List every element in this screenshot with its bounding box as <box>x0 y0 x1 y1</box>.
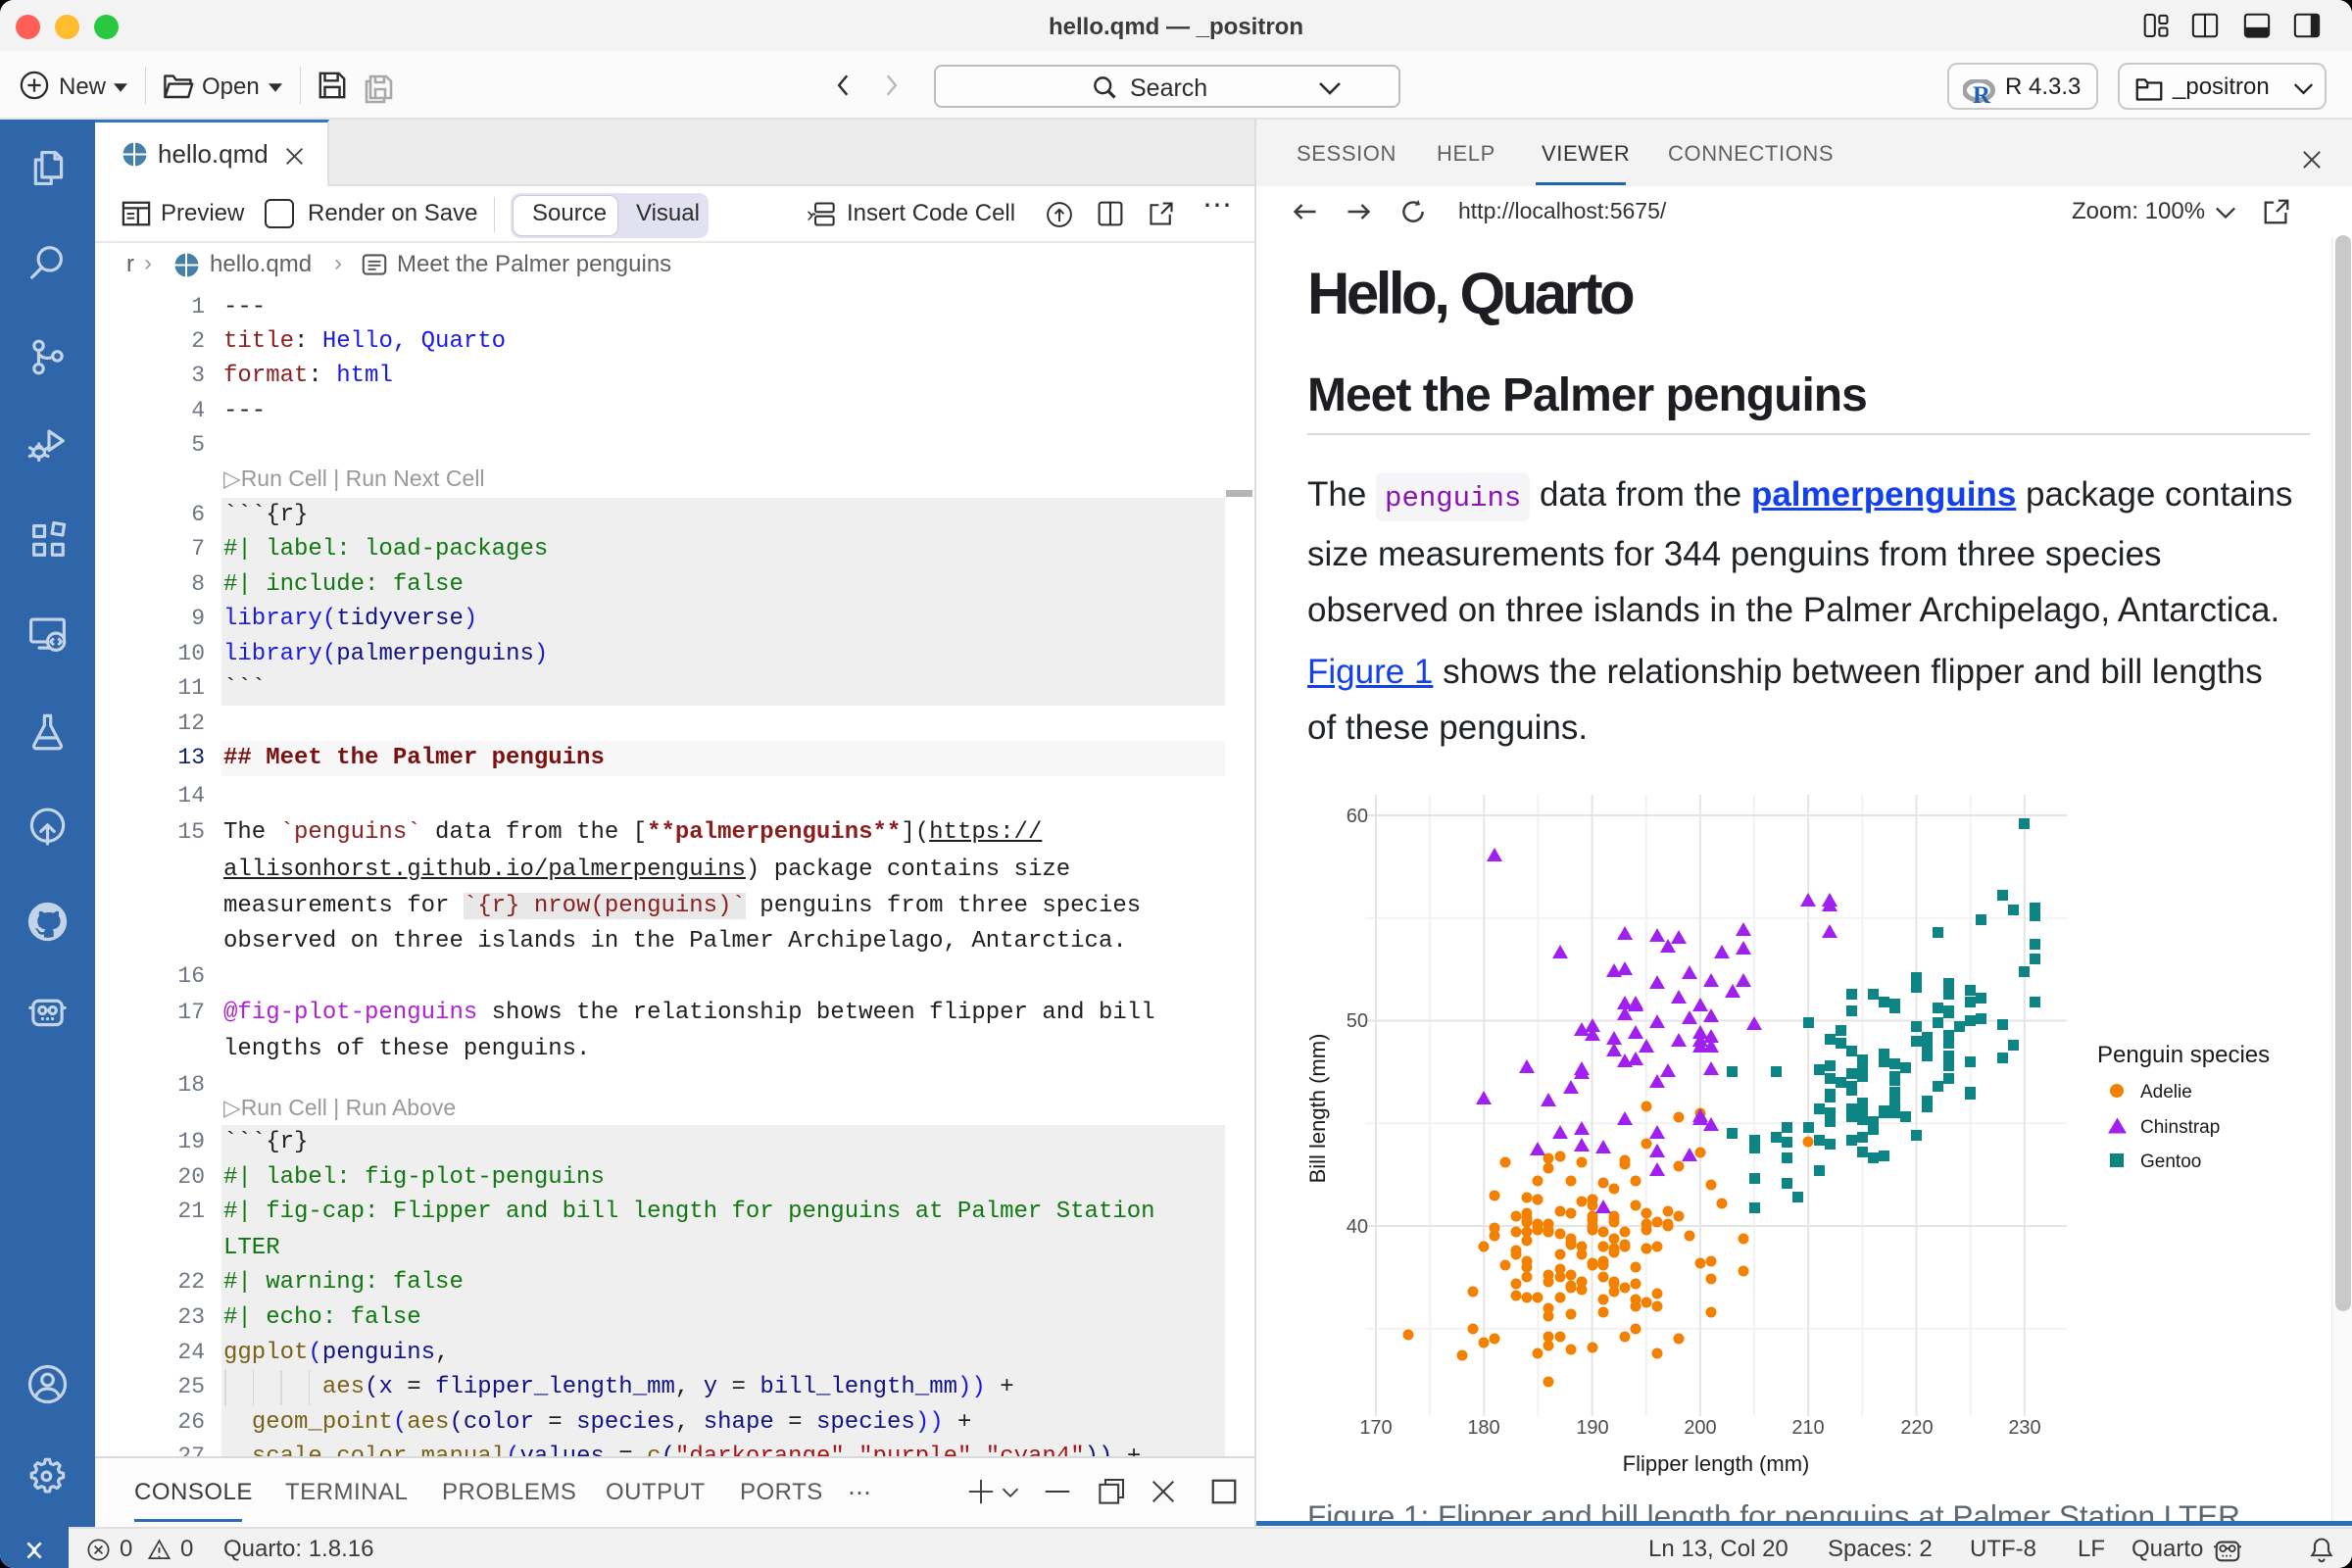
svg-text:190: 190 <box>1576 1417 1608 1439</box>
svg-text:180: 180 <box>1467 1417 1499 1439</box>
svg-text:Penguin species: Penguin species <box>2097 1042 2270 1068</box>
svg-text:Flipper length (mm): Flipper length (mm) <box>1623 1451 1810 1476</box>
svg-text:60: 60 <box>1347 806 1368 827</box>
svg-text:170: 170 <box>1359 1417 1392 1439</box>
svg-text:Bill length (mm): Bill length (mm) <box>1305 1034 1330 1184</box>
svg-text:200: 200 <box>1684 1417 1716 1439</box>
svg-text:220: 220 <box>1900 1417 1933 1439</box>
svg-text:40: 40 <box>1347 1216 1368 1238</box>
svg-text:210: 210 <box>1791 1417 1824 1439</box>
svg-text:Chinstrap: Chinstrap <box>2140 1117 2220 1138</box>
svg-text:Gentoo: Gentoo <box>2140 1152 2201 1172</box>
svg-text:230: 230 <box>2008 1417 2040 1439</box>
svg-text:R: R <box>1973 82 1991 105</box>
svg-text:Adelie: Adelie <box>2140 1082 2192 1102</box>
svg-text:50: 50 <box>1347 1010 1368 1032</box>
